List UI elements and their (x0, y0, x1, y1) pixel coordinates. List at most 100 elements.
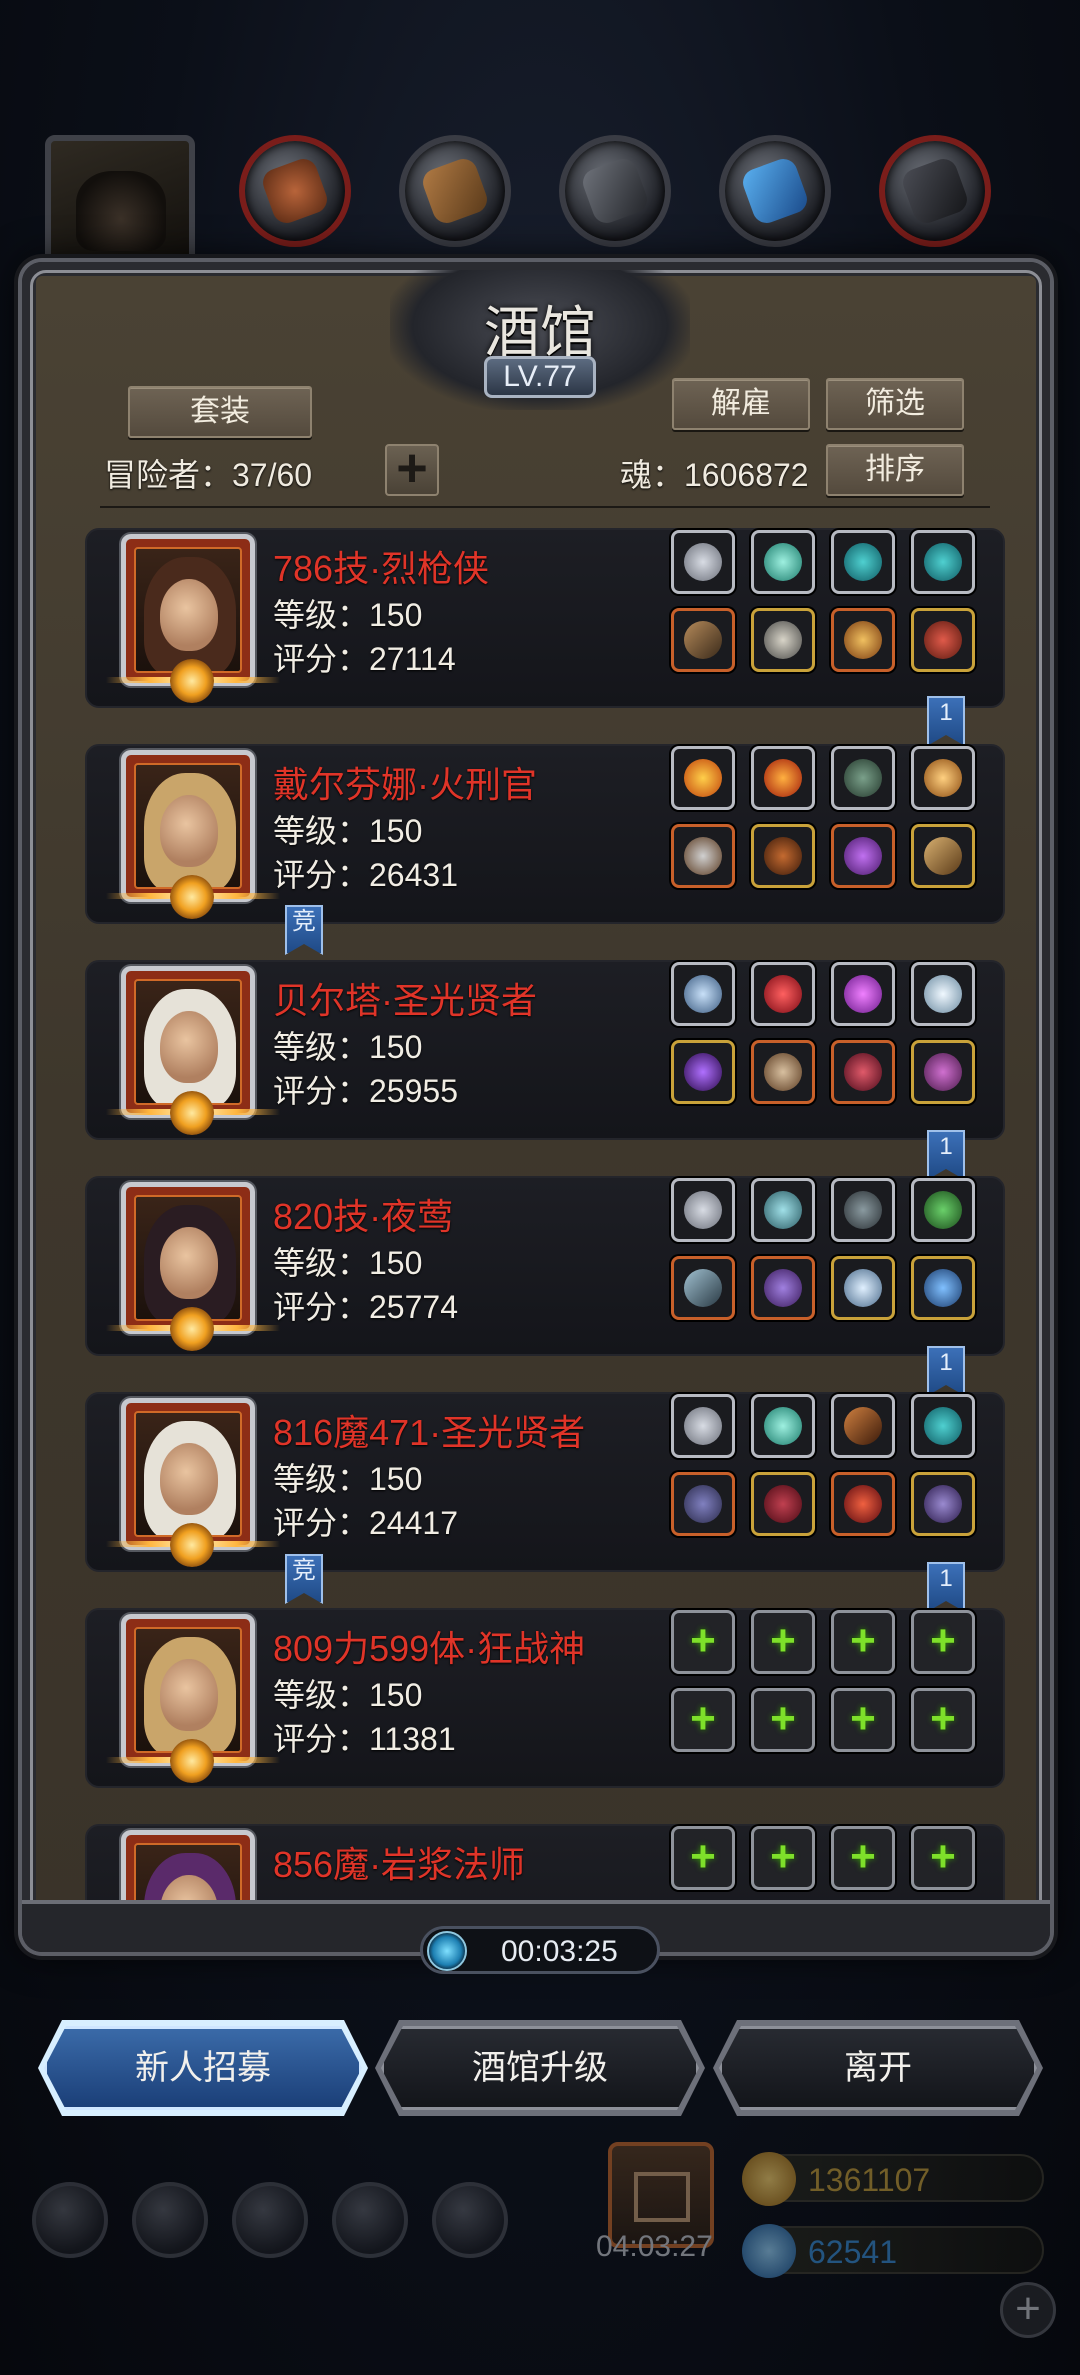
gem-slot[interactable] (751, 530, 815, 594)
necklace-slot[interactable] (671, 1178, 735, 1242)
empty-equip-slot[interactable]: + (751, 1610, 815, 1674)
add-currency-button[interactable]: + (1000, 2282, 1056, 2338)
gem-slot[interactable] (751, 746, 815, 810)
hero-score: 评分：25774 (273, 1289, 458, 1325)
armor-icon (764, 1485, 802, 1523)
hero-card[interactable]: 戴尔芬娜·火刑官 等级：150 评分：26431 (85, 744, 1005, 924)
heart-gem-icon (764, 975, 802, 1013)
helmet-slot[interactable] (831, 1256, 895, 1320)
empty-equip-slot[interactable]: + (911, 1688, 975, 1752)
armor-slot[interactable] (751, 1040, 815, 1104)
filter-button[interactable]: 筛选 (826, 378, 964, 430)
ring-slot[interactable] (831, 1178, 895, 1242)
gem-slot[interactable] (751, 962, 815, 1026)
gem-value: 62541 (808, 2234, 897, 2270)
recruit-button[interactable]: 新人招募 (44, 2026, 362, 2110)
hero-card[interactable]: 贝尔塔·圣光贤者 等级：150 评分：25955 (85, 960, 1005, 1140)
ring-slot[interactable] (831, 1394, 895, 1458)
weapon-slot[interactable] (671, 824, 735, 888)
leave-button[interactable]: 离开 (719, 2026, 1037, 2110)
achievement-icon[interactable] (132, 2182, 208, 2258)
star-rank-icon (170, 659, 214, 703)
ring-slot[interactable] (831, 962, 895, 1026)
star-rank-icon (170, 1091, 214, 1135)
add-capacity-button[interactable]: + (385, 441, 439, 496)
empty-equip-slot[interactable]: + (751, 1826, 815, 1890)
armor-slot[interactable] (751, 1256, 815, 1320)
sort-button[interactable]: 排序 (826, 444, 964, 496)
star-rank-icon (170, 1739, 214, 1783)
empty-equip-slot[interactable]: + (751, 1688, 815, 1752)
ring-slot[interactable] (911, 746, 975, 810)
hero-portrait[interactable] (106, 750, 280, 919)
hero-card[interactable]: 786技·烈枪侠 等级：150 评分：27114 (85, 528, 1005, 708)
weapon-slot[interactable] (671, 1472, 735, 1536)
hero-level: 等级：150 (273, 1677, 423, 1713)
weapon-slot[interactable] (671, 608, 735, 672)
set-button[interactable]: 套装 (128, 386, 312, 438)
hero-card[interactable]: 816魔471·圣光贤者 等级：150 评分：24417 (85, 1392, 1005, 1572)
boots-slot[interactable] (911, 824, 975, 888)
mail-icon[interactable] (332, 2182, 408, 2258)
guild-icon[interactable] (232, 2182, 308, 2258)
weapon-slot[interactable] (671, 1256, 735, 1320)
hero-level: 等级：150 (273, 1461, 423, 1497)
boots-slot[interactable] (911, 1472, 975, 1536)
ring-slot[interactable] (911, 1394, 975, 1458)
gold-value: 1361107 (808, 2162, 931, 2198)
dismiss-button[interactable]: 解雇 (672, 378, 810, 430)
armor-slot[interactable] (751, 1472, 815, 1536)
hero-roster-icon[interactable] (432, 2182, 508, 2258)
star-rank-icon (170, 1523, 214, 1567)
settings-icon[interactable] (32, 2182, 108, 2258)
gem-slot[interactable] (751, 1394, 815, 1458)
pendant-icon (924, 1269, 962, 1307)
armor-slot[interactable] (751, 608, 815, 672)
empty-equip-slot[interactable]: + (831, 1826, 895, 1890)
helmet-slot[interactable] (831, 1472, 895, 1536)
add-icon: + (850, 1832, 876, 1881)
gauntlet-icon (924, 837, 962, 875)
necklace-slot[interactable] (671, 1394, 735, 1458)
empty-equip-slot[interactable]: + (831, 1610, 895, 1674)
hero-portrait[interactable] (106, 1398, 280, 1567)
fire-ring-icon (684, 759, 722, 797)
weapon-slot[interactable] (671, 1040, 735, 1104)
boots-slot[interactable] (911, 1040, 975, 1104)
ring-slot[interactable] (911, 962, 975, 1026)
gem-slot[interactable] (751, 1178, 815, 1242)
empty-equip-slot[interactable]: + (911, 1610, 975, 1674)
hero-card[interactable]: 820技·夜莺 等级：150 评分：25774 (85, 1176, 1005, 1356)
hero-list[interactable]: 786技·烈枪侠 等级：150 评分：27114 1 戴尔芬娜·火刑官 等级：1… (85, 520, 1005, 1900)
hero-portrait[interactable] (106, 966, 280, 1135)
helmet-slot[interactable] (831, 824, 895, 888)
boots-slot[interactable] (911, 608, 975, 672)
helmet-slot[interactable] (831, 608, 895, 672)
empty-equip-slot[interactable]: + (671, 1610, 735, 1674)
empty-equip-slot[interactable]: + (671, 1826, 735, 1890)
ring-slot[interactable] (911, 1178, 975, 1242)
hero-card[interactable]: 856魔·岩浆法师 + + + + (85, 1824, 1005, 1900)
hero-portrait[interactable] (106, 1182, 280, 1351)
ring-slot[interactable] (831, 530, 895, 594)
empty-equip-slot[interactable]: + (911, 1826, 975, 1890)
empty-equip-slot[interactable]: + (831, 1688, 895, 1752)
necklace-slot[interactable] (671, 962, 735, 1026)
armor-icon (764, 621, 802, 659)
boots-slot[interactable] (911, 1256, 975, 1320)
goggles-icon (844, 1191, 882, 1229)
necklace-slot[interactable] (671, 530, 735, 594)
helmet-slot[interactable] (831, 1040, 895, 1104)
necklace-slot[interactable] (671, 746, 735, 810)
hero-portrait[interactable] (121, 1830, 255, 1900)
armor-slot[interactable] (751, 824, 815, 888)
ring-slot[interactable] (911, 530, 975, 594)
hero-card[interactable]: 809力599体·狂战神 等级：150 评分：11381 + + + + + +… (85, 1608, 1005, 1788)
hero-portrait[interactable] (106, 1614, 280, 1783)
ring-slot[interactable] (831, 746, 895, 810)
tavern-upgrade-button[interactable]: 酒馆升级 (381, 2026, 699, 2110)
empty-equip-slot[interactable]: + (671, 1688, 735, 1752)
hero-portrait[interactable] (106, 534, 280, 703)
hero-name: 816魔471·圣光贤者 (273, 1412, 586, 1453)
crown-icon (844, 1485, 882, 1523)
